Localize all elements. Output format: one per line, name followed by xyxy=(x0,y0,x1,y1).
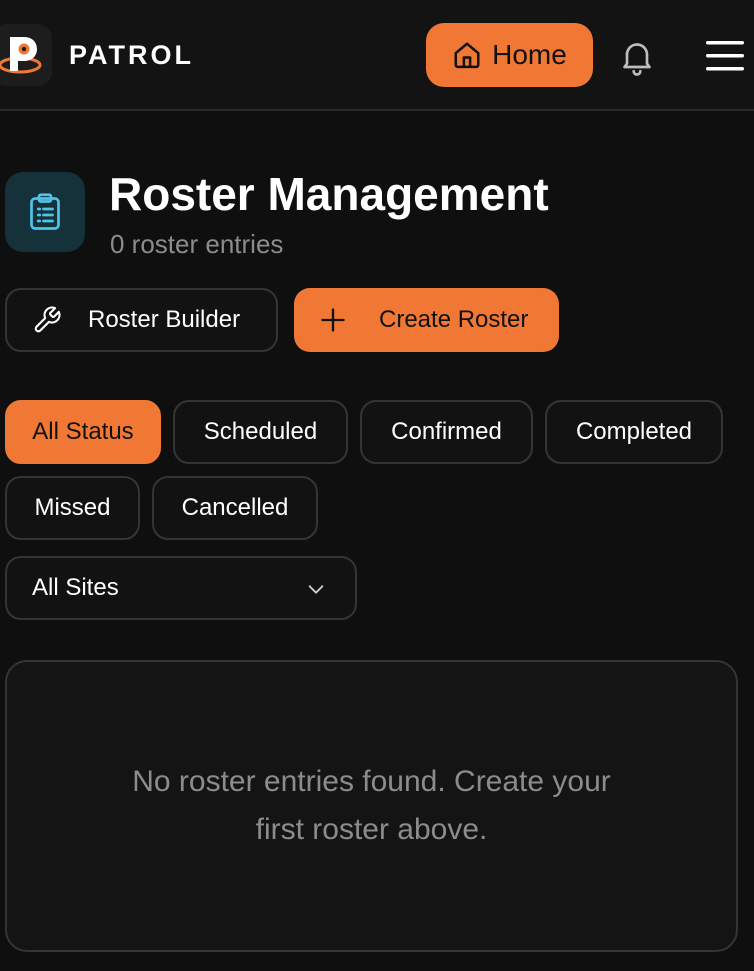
filter-chip-all-status[interactable]: All Status xyxy=(5,400,161,464)
filter-chip-completed[interactable]: Completed xyxy=(545,400,723,464)
roster-count: 0 roster entries xyxy=(110,229,284,259)
home-button[interactable]: Home xyxy=(426,23,593,87)
bell-icon[interactable] xyxy=(617,36,657,78)
filter-chip-scheduled[interactable]: Scheduled xyxy=(173,400,348,464)
site-select-value: All Sites xyxy=(32,574,119,601)
empty-state-panel: No roster entries found. Create your fir… xyxy=(5,660,738,952)
home-icon xyxy=(452,40,482,70)
chevron-down-icon xyxy=(305,578,327,607)
hamburger-menu-icon[interactable] xyxy=(706,40,744,72)
create-roster-label: Create Roster xyxy=(379,306,529,333)
plus-icon xyxy=(319,306,347,334)
page-title: Roster Management xyxy=(109,168,549,220)
wrench-icon xyxy=(32,305,62,335)
filter-chip-cancelled[interactable]: Cancelled xyxy=(152,476,318,540)
roster-builder-label: Roster Builder xyxy=(88,306,241,333)
patrol-logo-icon[interactable] xyxy=(0,24,52,86)
create-roster-button[interactable]: Create Roster xyxy=(294,288,559,352)
filter-chip-missed[interactable]: Missed xyxy=(5,476,140,540)
site-select[interactable]: All Sites xyxy=(5,556,357,620)
roster-builder-button[interactable]: Roster Builder xyxy=(5,288,278,352)
top-header: PATROL Home xyxy=(0,0,754,111)
brand-name: PATROL xyxy=(69,40,194,70)
home-button-label: Home xyxy=(492,39,567,70)
clipboard-list-icon xyxy=(5,172,85,252)
filter-chip-confirmed[interactable]: Confirmed xyxy=(360,400,533,464)
empty-state-message: No roster entries found. Create your fir… xyxy=(132,765,611,846)
